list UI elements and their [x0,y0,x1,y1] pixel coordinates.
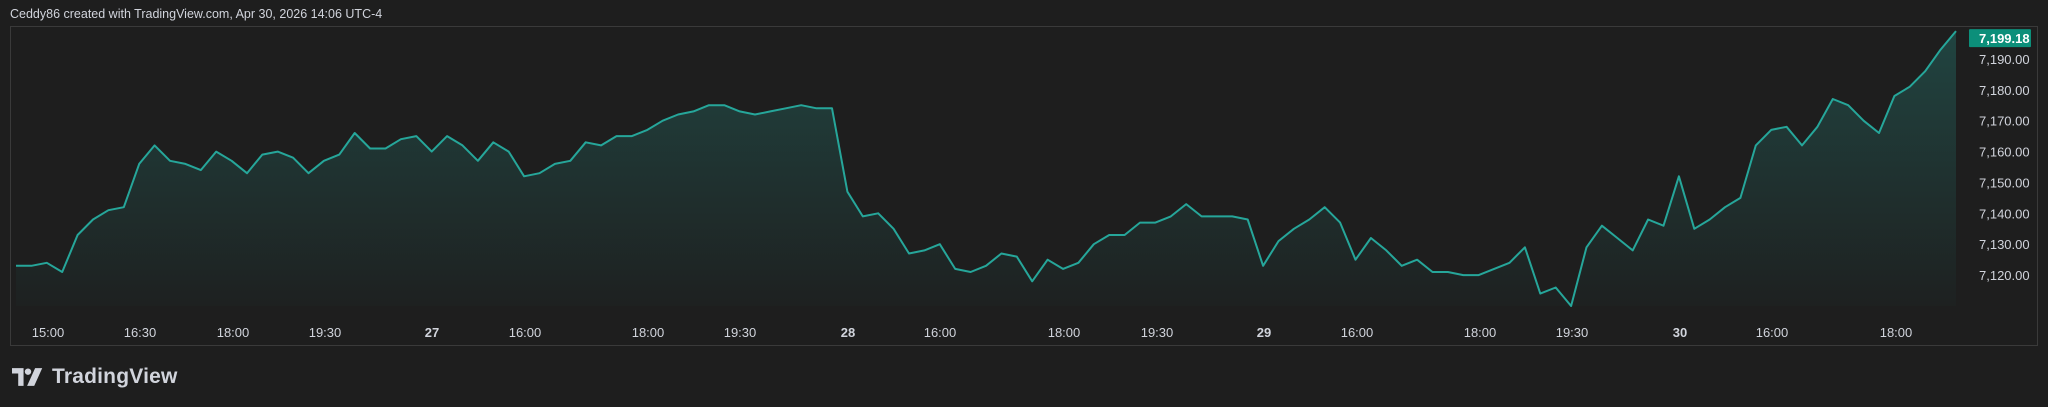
time-tick-label: 16:00 [509,325,542,340]
tradingview-logo-icon [12,368,43,386]
time-tick-label: 19:30 [1141,325,1174,340]
time-tick-label: 16:00 [1756,325,1789,340]
tradingview-brand[interactable]: TradingView [12,365,178,389]
time-tick-label: 19:30 [309,325,342,340]
time-tick-label: 18:00 [1048,325,1081,340]
time-day-label: 28 [841,325,855,340]
price-chart[interactable]: 7,120.00 7,130.00 7,140.00 7,150.00 7,160.00… [0,0,2048,407]
time-tick-label: 16:00 [924,325,957,340]
price-tick-label: 7,120.00 [1979,268,2030,283]
time-tick-label: 19:30 [1556,325,1589,340]
time-tick-label: 16:30 [124,325,157,340]
last-price-badge: 7,199.18 [1969,29,2031,48]
time-tick-label: 18:00 [632,325,665,340]
last-price-label: 7,199.18 [1979,31,2030,46]
price-tick-label: 7,140.00 [1979,206,2030,221]
time-day-label: 27 [425,325,439,340]
price-tick-label: 7,170.00 [1979,114,2030,129]
time-tick-label: 18:00 [1880,325,1913,340]
price-tick-label: 7,130.00 [1979,237,2030,252]
time-day-label: 29 [1257,325,1271,340]
price-tick-label: 7,190.00 [1979,52,2030,67]
price-tick-label: 7,160.00 [1979,145,2030,160]
brand-name: TradingView [52,365,178,388]
time-tick-label: 16:00 [1341,325,1374,340]
price-tick-label: 7,150.00 [1979,175,2030,190]
time-day-label: 30 [1673,325,1687,340]
time-tick-label: 19:30 [724,325,757,340]
time-axis[interactable]: 15:00 16:30 18:00 19:30 27 16:00 18:00 19:30 28 1… [32,325,1913,340]
time-tick-label: 15:00 [32,325,65,340]
time-tick-label: 18:00 [1464,325,1497,340]
price-tick-label: 7,180.00 [1979,83,2030,98]
price-axis[interactable]: 7,120.00 7,130.00 7,140.00 7,150.00 7,160.00… [1979,52,2030,283]
time-tick-label: 18:00 [217,325,250,340]
